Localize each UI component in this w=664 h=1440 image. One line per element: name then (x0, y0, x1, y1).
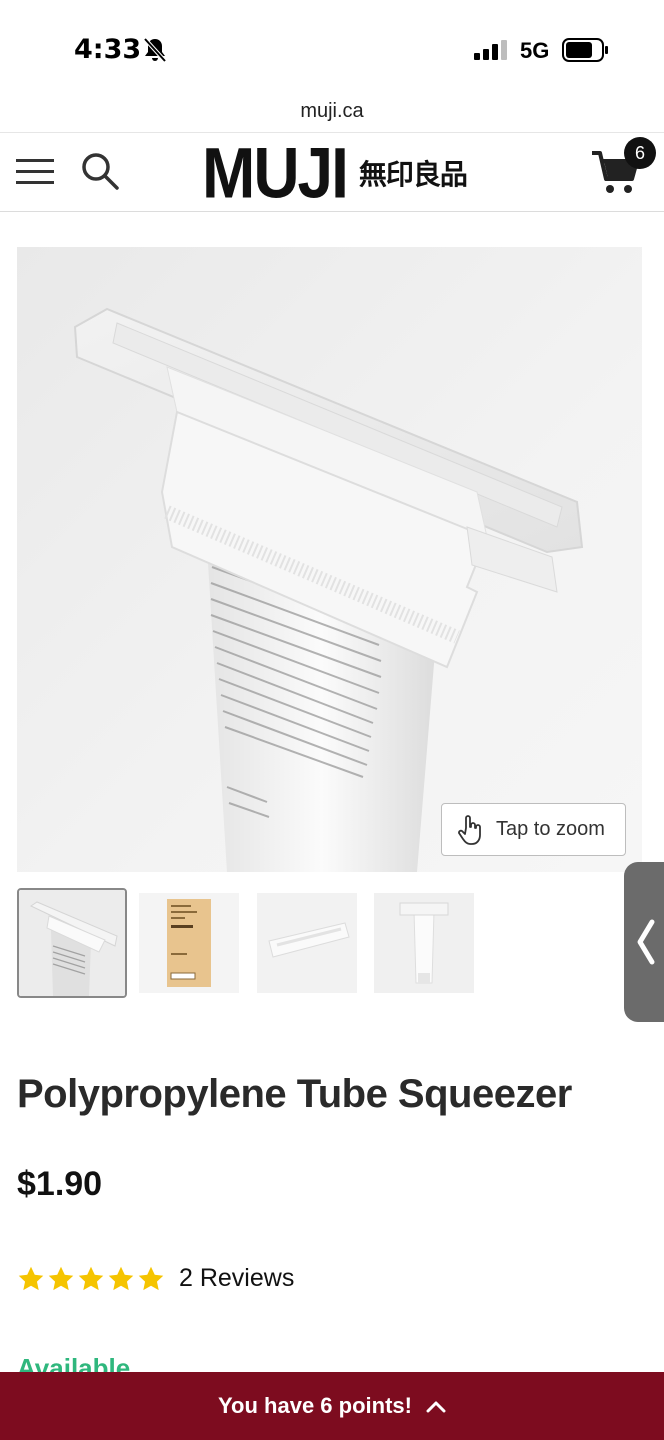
product-price: $1.90 (17, 1165, 103, 1203)
star-icon (18, 1266, 44, 1290)
star-icon (138, 1266, 164, 1290)
status-time: 4:33 (74, 34, 142, 65)
muji-logo[interactable]: MUJI 無印良品 (202, 133, 468, 214)
chevron-up-icon (426, 1401, 446, 1413)
tap-to-zoom-button[interactable]: Tap to zoom (441, 803, 626, 856)
menu-icon[interactable] (16, 155, 56, 189)
availability-status: Available (17, 1353, 131, 1374)
thumbnail-package (139, 893, 239, 993)
thumbnail-1[interactable] (17, 888, 127, 998)
search-icon[interactable] (80, 151, 120, 191)
site-header: MUJI 無印良品 6 (0, 132, 664, 214)
logo-japanese: 無印良品 (358, 158, 468, 191)
thumbnail-squeezer-closeup (19, 890, 125, 996)
signal-icon (474, 40, 507, 60)
logo-text: MUJI (202, 132, 349, 214)
url-text: muji.ca (300, 100, 364, 122)
points-bar[interactable]: You have 6 points! (0, 1372, 664, 1440)
cart-count-badge: 6 (624, 137, 656, 169)
star-icon (108, 1266, 134, 1290)
points-label: You have 6 points! (218, 1393, 412, 1418)
tap-hand-icon (458, 814, 481, 845)
thumbnail-2[interactable] (139, 888, 249, 998)
product-title: Polypropylene Tube Squeezer (17, 1072, 572, 1116)
side-drawer-tab[interactable] (624, 862, 664, 1022)
reviews-link[interactable]: 2 Reviews (179, 1264, 294, 1293)
product-main-image[interactable] (17, 247, 642, 872)
thumbnail-side-view (257, 893, 357, 993)
thumbnail-3[interactable] (257, 888, 367, 998)
zoom-label: Tap to zoom (496, 818, 605, 840)
tube-squeezer-photo (73, 307, 584, 872)
rating[interactable]: 2 Reviews (17, 1264, 294, 1293)
address-bar[interactable]: muji.ca (0, 96, 664, 132)
chevron-left-icon (637, 919, 655, 965)
status-bar: 4:33 5G (0, 0, 664, 100)
star-icon (78, 1266, 104, 1290)
thumbnail-4[interactable] (374, 888, 484, 998)
bell-slash-icon (143, 37, 167, 63)
network-label: 5G (520, 38, 550, 63)
battery-icon (562, 38, 608, 62)
star-icon (48, 1266, 74, 1290)
thumbnail-on-tube (374, 893, 474, 993)
